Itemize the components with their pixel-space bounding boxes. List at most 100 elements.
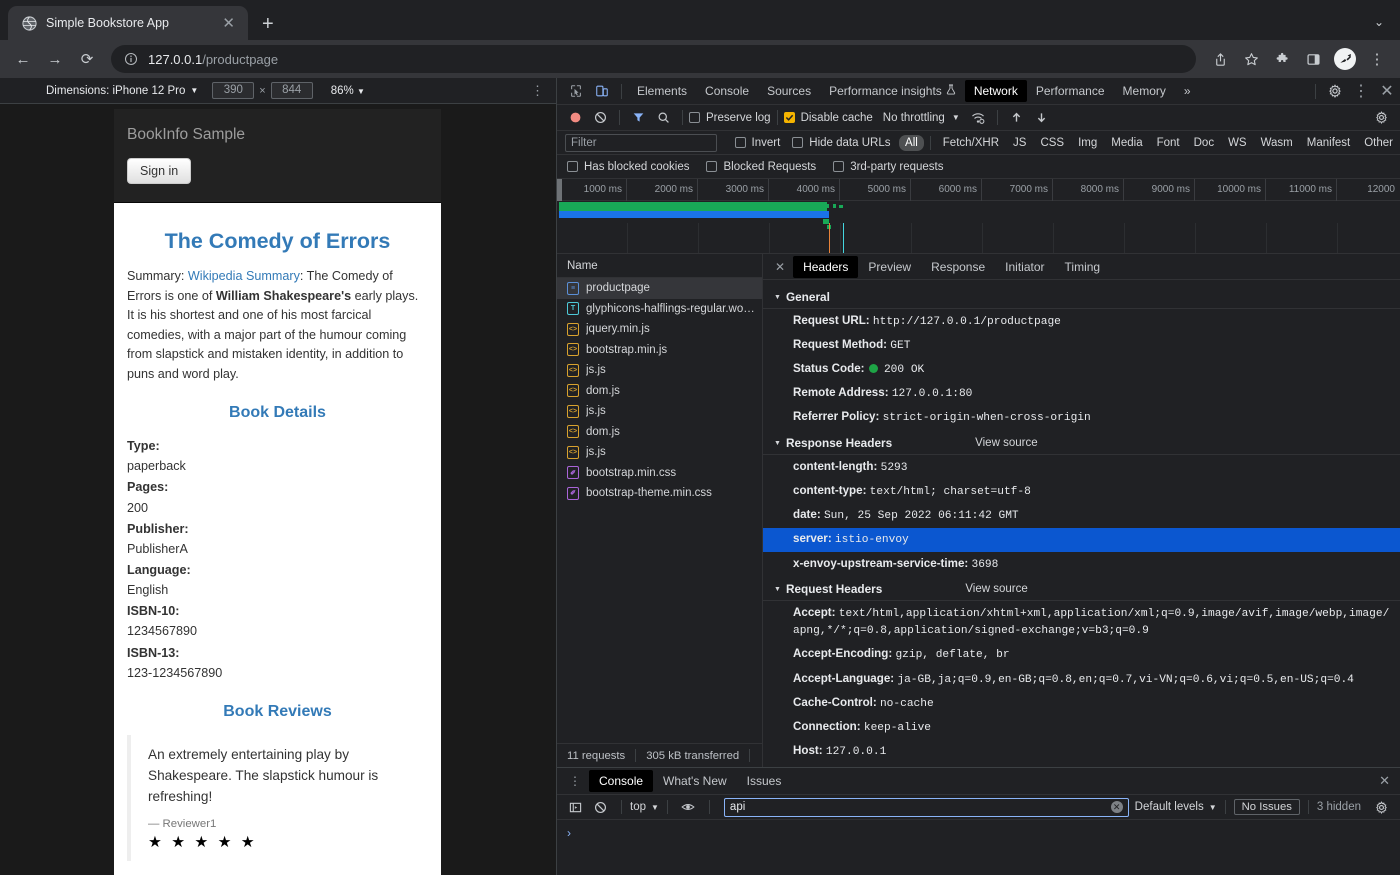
star-icon[interactable] — [1236, 44, 1266, 74]
console-context-select[interactable]: top ▼ — [630, 801, 659, 813]
table-row[interactable]: T glyphicons-halflings-regular.wo… — [557, 299, 762, 320]
filter-type-font[interactable]: Font — [1151, 135, 1186, 151]
avatar[interactable] — [1334, 48, 1356, 70]
table-row[interactable]: ≡ productpage — [557, 278, 762, 299]
filter-type-js[interactable]: JS — [1007, 135, 1032, 151]
hide-data-urls-checkbox[interactable]: Hide data URLs — [792, 137, 890, 149]
third-party-requests-checkbox[interactable]: 3rd-party requests — [833, 161, 944, 173]
live-expression-icon[interactable] — [676, 797, 701, 817]
table-row[interactable]: ✐ bootstrap-theme.min.css — [557, 483, 762, 504]
puzzle-icon[interactable] — [1267, 44, 1297, 74]
filter-type-css[interactable]: CSS — [1034, 135, 1070, 151]
share-icon[interactable] — [1205, 44, 1235, 74]
table-row[interactable]: ✐ bootstrap.min.css — [557, 463, 762, 484]
filter-type-ws[interactable]: WS — [1222, 135, 1253, 151]
tab-console[interactable]: Console — [589, 770, 654, 792]
close-icon[interactable]: ✕ — [767, 260, 793, 274]
throttling-select[interactable]: No throttling ▼ — [883, 112, 960, 124]
chevron-down-icon[interactable]: ▼ — [190, 86, 198, 95]
filter-type-media[interactable]: Media — [1105, 135, 1148, 151]
request-list-header[interactable]: Name — [557, 254, 762, 278]
filter-type-wasm[interactable]: Wasm — [1255, 135, 1299, 151]
table-row[interactable]: <> js.js — [557, 442, 762, 463]
tab-memory[interactable]: Memory — [1114, 80, 1175, 102]
device-height-input[interactable]: 844 — [270, 82, 313, 99]
back-icon[interactable]: ← — [8, 44, 38, 74]
table-row[interactable]: <> dom.js — [557, 422, 762, 443]
sign-in-button[interactable]: Sign in — [127, 158, 192, 184]
view-source-link[interactable]: View source — [965, 583, 1027, 595]
filter-type-all[interactable]: All — [899, 134, 924, 151]
wikipedia-summary-link[interactable]: Wikipedia Summary — [188, 269, 300, 283]
table-row[interactable]: <> js.js — [557, 360, 762, 381]
filter-type-other[interactable]: Other — [1358, 135, 1399, 151]
forward-icon[interactable]: → — [40, 44, 70, 74]
device-dimensions-label[interactable]: Dimensions: iPhone 12 Pro — [46, 85, 185, 97]
more-tabs-icon[interactable]: » — [1175, 80, 1200, 102]
general-section-header[interactable]: ▼ General — [763, 286, 1400, 309]
tab-issues[interactable]: Issues — [737, 770, 792, 792]
browser-tab[interactable]: Simple Bookstore App ✕ — [8, 6, 248, 40]
issues-button[interactable]: No Issues — [1233, 799, 1300, 815]
reload-icon[interactable]: ⟳ — [72, 44, 102, 74]
tab-sources[interactable]: Sources — [758, 80, 820, 102]
tab-performance[interactable]: Performance — [1027, 80, 1114, 102]
console-prompt[interactable]: › — [557, 820, 1400, 840]
network-overview-timeline[interactable]: 1000 ms 2000 ms 3000 ms 4000 ms 5000 ms … — [557, 179, 1400, 254]
filter-type-img[interactable]: Img — [1072, 135, 1103, 151]
tab-timing[interactable]: Timing — [1055, 256, 1111, 278]
record-circle-icon[interactable] — [563, 108, 588, 128]
network-conditions-icon[interactable] — [966, 108, 991, 128]
network-filter-input[interactable]: Filter — [565, 133, 718, 152]
tab-whats-new[interactable]: What's New — [653, 770, 737, 792]
inspect-cursor-icon[interactable] — [563, 80, 589, 102]
table-row[interactable]: <> dom.js — [557, 381, 762, 402]
clear-circle-slash-icon[interactable] — [588, 108, 613, 128]
clear-console-icon[interactable] — [588, 797, 613, 817]
close-icon[interactable]: ✕ — [1374, 80, 1400, 102]
filter-type-fetch-xhr[interactable]: Fetch/XHR — [937, 135, 1005, 151]
info-circle-icon[interactable] — [124, 52, 138, 66]
close-icon[interactable]: ✕ — [219, 13, 238, 34]
device-toggle-icon[interactable] — [589, 80, 615, 102]
devtools-menu-icon[interactable]: ⋮ — [1348, 80, 1374, 102]
tab-headers[interactable]: Headers — [793, 255, 859, 278]
new-tab-button[interactable]: + — [262, 14, 274, 34]
tab-initiator[interactable]: Initiator — [995, 256, 1054, 278]
view-source-link[interactable]: View source — [975, 437, 1037, 449]
import-har-icon[interactable] — [1004, 108, 1029, 128]
gear-icon[interactable] — [1322, 80, 1348, 102]
blocked-requests-checkbox[interactable]: Blocked Requests — [706, 161, 816, 173]
tab-preview[interactable]: Preview — [858, 256, 921, 278]
filter-type-manifest[interactable]: Manifest — [1301, 135, 1356, 151]
table-row[interactable]: <> bootstrap.min.js — [557, 340, 762, 361]
console-sidebar-icon[interactable] — [563, 797, 588, 817]
console-filter-input[interactable] — [729, 801, 1111, 813]
chevron-down-icon[interactable]: ⌄ — [1374, 15, 1384, 29]
console-filter-wrapper[interactable]: ✕ — [723, 797, 1129, 817]
preserve-log-checkbox[interactable]: Preserve log — [689, 112, 771, 124]
tab-performance-insights[interactable]: Performance insights — [820, 80, 965, 102]
funnel-icon[interactable] — [626, 108, 651, 128]
close-icon[interactable]: ✕ — [1369, 773, 1400, 789]
table-row[interactable]: <> js.js — [557, 401, 762, 422]
invert-checkbox[interactable]: Invert — [734, 137, 780, 149]
drawer-menu-icon[interactable]: ⋮ — [561, 774, 589, 788]
request-headers-section-header[interactable]: ▼ Request Headers View source — [763, 578, 1400, 602]
tab-elements[interactable]: Elements — [628, 80, 696, 102]
has-blocked-cookies-checkbox[interactable]: Has blocked cookies — [567, 161, 689, 173]
response-headers-section-header[interactable]: ▼ Response Headers View source — [763, 432, 1400, 456]
log-levels-select[interactable]: Default levels ▼ — [1135, 801, 1217, 813]
gear-icon[interactable] — [1369, 108, 1394, 128]
device-width-input[interactable]: 390 — [212, 82, 255, 99]
magnifier-icon[interactable] — [651, 108, 676, 128]
side-panel-icon[interactable] — [1298, 44, 1328, 74]
browser-menu-icon[interactable]: ⋮ — [1362, 44, 1392, 74]
filter-type-doc[interactable]: Doc — [1188, 135, 1220, 151]
clear-input-icon[interactable]: ✕ — [1110, 801, 1123, 813]
gear-icon[interactable] — [1369, 797, 1394, 817]
table-row[interactable]: <> jquery.min.js — [557, 319, 762, 340]
device-zoom-select[interactable]: 86% ▼ — [331, 85, 365, 97]
tab-network[interactable]: Network — [964, 80, 1027, 102]
tab-console[interactable]: Console — [696, 80, 758, 102]
